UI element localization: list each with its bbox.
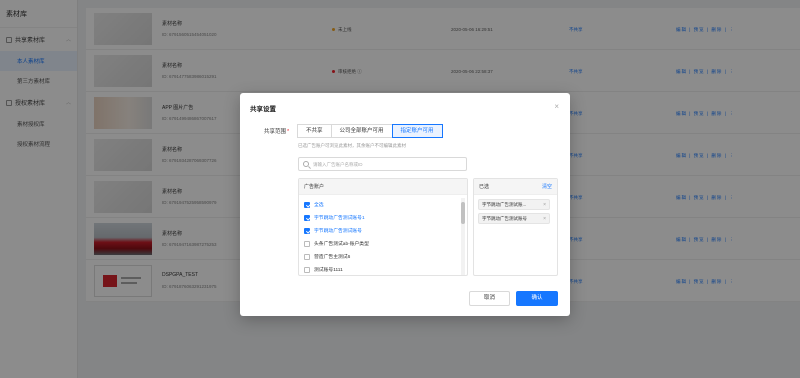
account-label: 字节跳动广告测试账号	[314, 229, 362, 234]
account-option[interactable]: 测试账号1111	[299, 263, 467, 275]
account-list-scrollbar[interactable]	[461, 198, 465, 275]
remove-icon[interactable]: ×	[543, 202, 546, 208]
share-settings-modal: 共享设置 × 共享范围* 不共享 公司全部账户可用 指定账户可用 已选广告账户可…	[240, 93, 570, 316]
selected-header-label: 已选	[479, 184, 490, 190]
cancel-button[interactable]: 取消	[469, 291, 510, 306]
checkbox[interactable]	[304, 214, 310, 221]
close-icon[interactable]: ×	[554, 102, 559, 111]
scrollbar-thumb[interactable]	[461, 202, 465, 224]
account-option-select-all[interactable]: 全选	[299, 198, 467, 211]
share-scope-label: 共享范围*	[264, 127, 289, 135]
account-list-panel: 广告账户 全选 字节跳动广告测试账号1 字节跳动广告测试账号 头条广告测试ab-…	[298, 178, 468, 276]
required-asterisk: *	[287, 129, 290, 135]
account-label: 全选	[314, 203, 324, 208]
account-search	[298, 157, 467, 171]
account-label: 字节跳动广告测试账号1	[314, 216, 365, 221]
selected-list: 字节跳动广告测试账... × 字节跳动广告测试账号 ×	[474, 195, 557, 231]
account-option[interactable]: 营造广告主测试6	[299, 250, 467, 263]
account-search-input[interactable]	[313, 160, 463, 169]
share-scope-segmented: 不共享 公司全部账户可用 指定账户可用	[297, 124, 443, 138]
checkbox[interactable]	[304, 266, 310, 273]
account-option[interactable]: 字节跳动广告测试账号	[299, 224, 467, 237]
account-label: 头条广告测试ab-账户类型	[314, 242, 369, 247]
chip-label: 字节跳动广告测试账...	[482, 201, 527, 207]
selected-chip: 字节跳动广告测试账号 ×	[478, 213, 550, 224]
search-icon	[303, 161, 309, 167]
remove-icon[interactable]: ×	[543, 216, 546, 222]
selected-chip: 字节跳动广告测试账... ×	[478, 199, 550, 210]
checkbox[interactable]	[304, 201, 310, 208]
modal-title: 共享设置	[250, 106, 276, 113]
scope-option-none[interactable]: 不共享	[297, 124, 332, 138]
clear-selection-link[interactable]: 清空	[542, 179, 552, 195]
account-list: 全选 字节跳动广告测试账号1 字节跳动广告测试账号 头条广告测试ab-账户类型 …	[299, 195, 467, 275]
checkbox[interactable]	[304, 227, 310, 234]
account-label: 测试账号1111	[314, 268, 343, 273]
checkbox[interactable]	[304, 240, 310, 247]
checkbox[interactable]	[304, 253, 310, 260]
account-label: 营造广告主测试6	[314, 255, 351, 260]
selected-panel: 已选 清空 字节跳动广告测试账... × 字节跳动广告测试账号 ×	[473, 178, 558, 276]
confirm-button[interactable]: 确认	[516, 291, 558, 306]
scope-hint: 已选广告账户可浏览此素材，其余账户不可编辑此素材	[298, 143, 406, 148]
account-option[interactable]: 头条广告测试ab-账户类型	[299, 237, 467, 250]
scope-option-specified[interactable]: 指定账户可用	[391, 124, 443, 138]
selected-header: 已选 清空	[474, 179, 557, 195]
account-option[interactable]: 字节跳动广告测试账号1	[299, 211, 467, 224]
account-list-header: 广告账户	[299, 179, 467, 195]
chip-label: 字节跳动广告测试账号	[482, 215, 527, 221]
share-scope-label-text: 共享范围	[264, 129, 287, 135]
scope-option-company[interactable]: 公司全部账户可用	[330, 124, 393, 138]
